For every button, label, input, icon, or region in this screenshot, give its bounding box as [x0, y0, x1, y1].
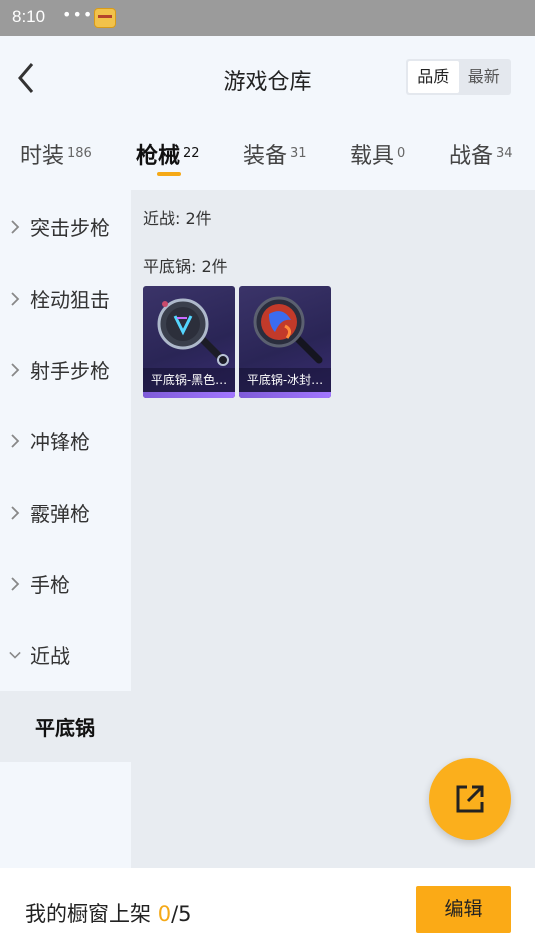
- frying-pan-black-icon: [157, 298, 229, 366]
- chevron-right-icon: [0, 505, 30, 520]
- tab-supplies[interactable]: 战备 34: [449, 138, 513, 170]
- item-name: 平底锅-冰封…: [239, 368, 331, 392]
- weapon-type-sidebar: 突击步枪 栓动狙击 射手步枪 冲锋枪 霰弹枪 手枪 近战 平底锅: [0, 190, 131, 868]
- sidebar-item-label: 手枪: [30, 573, 70, 597]
- rarity-bar: [143, 392, 235, 398]
- sort-quality-button[interactable]: 品质: [408, 61, 459, 93]
- app-notification-icon: [94, 8, 116, 28]
- sidebar-item-label: 突击步枪: [30, 216, 110, 240]
- sidebar-item-marksman-rifle[interactable]: 射手步枪: [0, 334, 131, 405]
- status-bar: 8:10 •••: [0, 0, 535, 36]
- status-time: 8:10: [12, 7, 46, 26]
- sidebar-item-pistol[interactable]: 手枪: [0, 548, 131, 619]
- sidebar-item-label: 霰弹枪: [30, 502, 90, 526]
- chevron-right-icon: [0, 219, 30, 234]
- tab-count: 0: [397, 146, 406, 161]
- sidebar-item-label: 冲锋枪: [30, 430, 90, 454]
- chevron-down-icon: [0, 648, 30, 662]
- rarity-bar: [239, 392, 331, 398]
- tab-fashion[interactable]: 时装 186: [20, 138, 92, 170]
- sidebar-item-label: 近战: [30, 644, 70, 668]
- edit-button[interactable]: 编辑: [416, 886, 511, 933]
- chevron-right-icon: [0, 291, 30, 306]
- tab-firearms[interactable]: 枪械 22: [136, 138, 200, 170]
- item-card[interactable]: 平底锅-冰封…: [239, 286, 331, 398]
- sidebar-item-bolt-sniper[interactable]: 栓动狙击: [0, 263, 131, 334]
- tab-count: 22: [183, 146, 200, 161]
- tab-count: 34: [496, 146, 513, 161]
- group-summary: 平底锅: 2件: [143, 257, 228, 276]
- share-export-icon: [456, 785, 484, 813]
- sidebar-item-melee[interactable]: 近战: [0, 619, 131, 690]
- showcase-total: /5: [171, 902, 192, 926]
- showcase-current-count: 0: [157, 902, 172, 926]
- bottom-bar: 我的橱窗上架 0/5 编辑: [0, 868, 535, 951]
- frying-pan-frost-icon: [253, 296, 323, 364]
- tab-label: 战备: [449, 144, 494, 169]
- sidebar-item-assault-rifle[interactable]: 突击步枪: [0, 191, 131, 262]
- more-dots-icon: •••: [62, 5, 94, 24]
- sidebar-item-smg[interactable]: 冲锋枪: [0, 405, 131, 476]
- category-tabs: 时装 186 枪械 22 装备 31 载具 0 战备 34: [0, 120, 535, 190]
- share-export-button[interactable]: [429, 758, 511, 840]
- back-arrow-icon[interactable]: [12, 58, 42, 98]
- tab-count: 186: [67, 146, 92, 161]
- sidebar-item-label: 射手步枪: [30, 359, 110, 383]
- sidebar-item-shotgun[interactable]: 霰弹枪: [0, 477, 131, 548]
- category-summary: 近战: 2件: [143, 209, 212, 228]
- item-card[interactable]: 平底锅-黑色…: [143, 286, 235, 398]
- sidebar-subitem-frying-pan[interactable]: 平底锅: [0, 691, 131, 762]
- tab-label: 时装: [20, 144, 65, 169]
- showcase-status: 我的橱窗上架 0/5: [25, 898, 192, 928]
- chevron-right-icon: [0, 362, 30, 377]
- sidebar-item-label: 栓动狙击: [30, 288, 110, 312]
- tab-equipment[interactable]: 装备 31: [243, 138, 307, 170]
- sort-toggle: 品质 最新: [406, 59, 511, 95]
- active-tab-indicator: [157, 172, 181, 176]
- tab-label: 装备: [243, 144, 288, 169]
- tab-count: 31: [290, 146, 307, 161]
- tab-vehicles[interactable]: 载具 0: [350, 138, 405, 170]
- sort-newest-button[interactable]: 最新: [459, 61, 510, 93]
- tab-label: 枪械: [136, 144, 181, 169]
- chevron-right-icon: [0, 433, 30, 448]
- header: 游戏仓库 品质 最新: [0, 36, 535, 120]
- tab-label: 载具: [350, 144, 395, 169]
- item-name: 平底锅-黑色…: [143, 368, 235, 392]
- showcase-label: 我的橱窗上架: [25, 902, 158, 926]
- chevron-right-icon: [0, 576, 30, 591]
